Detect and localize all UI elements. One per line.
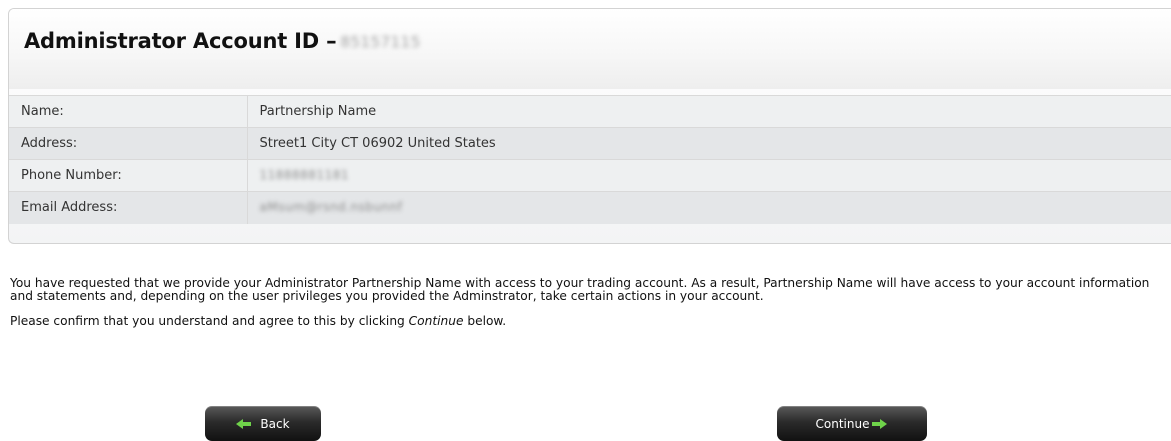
address-value: Street1 City CT 06902 United States (247, 127, 1171, 160)
confirm-emphasis: Continue (408, 314, 464, 328)
email-address-value: aMsum@rsnd.nsbunnf (259, 200, 403, 215)
panel-header: Administrator Account ID –85157115 (9, 9, 1171, 89)
page-title-text: Administrator Account ID – (24, 29, 337, 53)
account-details-table: Name: Partnership Name Address: Street1 … (9, 95, 1171, 224)
continue-button[interactable]: Continue (777, 406, 927, 441)
back-button-label: Back (260, 416, 290, 431)
confirm-instruction: Please confirm that you understand and a… (10, 315, 1160, 328)
name-label: Name: (9, 95, 248, 128)
table-row: Address: Street1 City CT 06902 United St… (9, 127, 1171, 160)
arrow-right-icon (872, 418, 888, 429)
arrow-left-icon (236, 418, 252, 429)
phone-number-label: Phone Number: (9, 159, 248, 192)
email-address-label: Email Address: (9, 191, 248, 224)
consent-paragraph: You have requested that we provide your … (10, 276, 1150, 303)
continue-button-label: Continue (815, 416, 870, 431)
address-label: Address: (9, 127, 248, 160)
back-button[interactable]: Back (205, 406, 321, 441)
page-title: Administrator Account ID –85157115 (24, 29, 421, 53)
phone-number-value: 11888881181 (259, 168, 349, 182)
table-row: Phone Number: 11888881181 (9, 159, 1171, 192)
email-address-cell: aMsum@rsnd.nsbunnf (247, 191, 1171, 224)
administrator-account-panel: Administrator Account ID –85157115 Name:… (8, 8, 1171, 244)
confirm-text-before: Please confirm that you understand and a… (10, 314, 409, 328)
account-id-value: 85157115 (340, 33, 421, 51)
table-row: Email Address: aMsum@rsnd.nsbunnf (9, 191, 1171, 224)
name-value: Partnership Name (247, 95, 1171, 128)
confirm-text-after: below. (463, 314, 507, 328)
phone-number-cell: 11888881181 (247, 159, 1171, 192)
table-row: Name: Partnership Name (9, 95, 1171, 128)
consent-message: You have requested that we provide your … (10, 277, 1160, 341)
